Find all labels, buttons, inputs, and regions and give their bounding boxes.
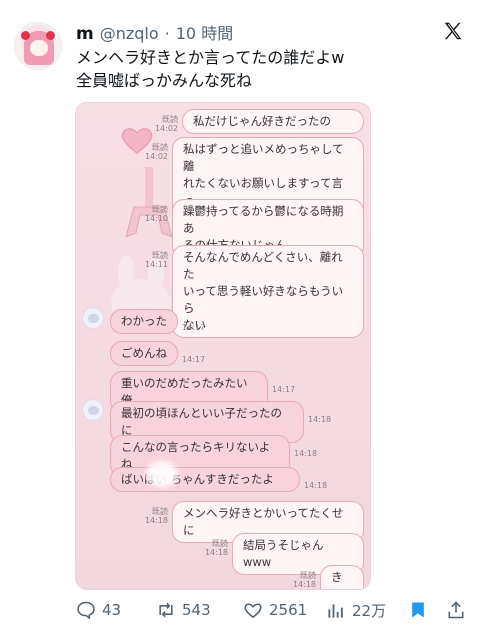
chat-timestamp: 14:18 — [308, 415, 332, 424]
chat-timestamp: 14:18 — [294, 449, 318, 458]
avatar[interactable] — [14, 22, 62, 70]
chat-timestamp: 既読 14:02 — [152, 115, 178, 133]
chat-timestamp: 14:17 — [182, 323, 206, 332]
views-icon — [328, 603, 343, 618]
read-receipt: 既読 — [212, 539, 228, 548]
x-logo-icon[interactable] — [442, 20, 464, 42]
chat-timestamp: 既読 14:18 — [290, 571, 316, 589]
action-bar: 43 543 2561 22万 — [76, 600, 472, 624]
reply-icon — [77, 601, 95, 620]
repost-icon — [159, 602, 173, 618]
read-receipt: 既読 — [162, 115, 178, 124]
chat-timestamp: 14:17 — [182, 355, 206, 364]
chat-timestamp: 14:17 — [272, 385, 296, 394]
chat-timestamp: 既読 14:10 — [142, 205, 168, 223]
chat-timestamp: 14:18 — [304, 481, 328, 490]
read-receipt: 既読 — [300, 571, 316, 580]
repost-button[interactable]: 543 — [156, 600, 211, 620]
avatar-bow-left — [21, 31, 30, 40]
reply-count: 43 — [102, 601, 122, 619]
read-receipt: 既読 — [152, 143, 168, 152]
message-time: 14:10 — [144, 214, 168, 223]
message-time: 14:18 — [292, 580, 316, 589]
chat-timestamp: 既読 14:11 — [142, 251, 168, 269]
message-time: 14:02 — [154, 124, 178, 133]
chat-screenshot[interactable]: 私だけじゃん好きだったの 既読 14:02 私はずっと追いメめっちゃして離 れたくない… — [75, 102, 371, 590]
chat-timestamp: 既読 14:18 — [142, 507, 168, 525]
message-time: 14:11 — [144, 260, 168, 269]
post-header: m @nzqlo · 10 時間 — [76, 20, 430, 44]
message-time: 14:18 — [144, 516, 168, 525]
like-button[interactable]: 2561 — [243, 600, 307, 620]
user-handle[interactable]: @nzqlo — [100, 24, 159, 43]
contact-avatar — [82, 399, 104, 421]
views-count: 22万 — [352, 602, 387, 620]
avatar-bow-right — [46, 31, 55, 40]
views-button[interactable]: 22万 — [326, 600, 386, 621]
heart-icon — [244, 603, 262, 619]
chat-bubble: きも — [320, 565, 364, 589]
chat-timestamp: 既読 14:02 — [142, 143, 168, 161]
redaction-blur — [146, 461, 178, 487]
post-text: メンヘラ好きとか言ってたの誰だよw 全員嘘ばっかみんな死ね — [76, 48, 345, 90]
reply-button[interactable]: 43 — [76, 600, 121, 620]
contact-avatar — [82, 307, 104, 329]
display-name[interactable]: m — [76, 24, 94, 44]
read-receipt: 既読 — [152, 251, 168, 260]
repost-count: 543 — [182, 601, 211, 619]
chat-bubble: わかった — [110, 309, 178, 334]
post-time[interactable]: 10 時間 — [176, 20, 233, 44]
bookmark-button[interactable] — [408, 600, 428, 620]
like-count: 2561 — [269, 601, 308, 619]
bookmark-icon — [412, 602, 424, 618]
chat-timestamp: 既読 14:18 — [202, 539, 228, 557]
separator: · — [164, 24, 170, 43]
chat-bubble: 私だけじゃん好きだったの — [182, 109, 364, 134]
avatar-face — [30, 40, 48, 56]
read-receipt: 既読 — [152, 205, 168, 214]
chat-bubble: ばいばい ちゃんすきだったよ — [110, 467, 300, 492]
read-receipt: 既読 — [152, 507, 168, 516]
chat-bubble: ごめんね — [110, 341, 178, 366]
message-time: 14:18 — [204, 548, 228, 557]
message-time: 14:02 — [144, 152, 168, 161]
share-button[interactable] — [446, 600, 466, 620]
share-icon — [448, 601, 464, 619]
